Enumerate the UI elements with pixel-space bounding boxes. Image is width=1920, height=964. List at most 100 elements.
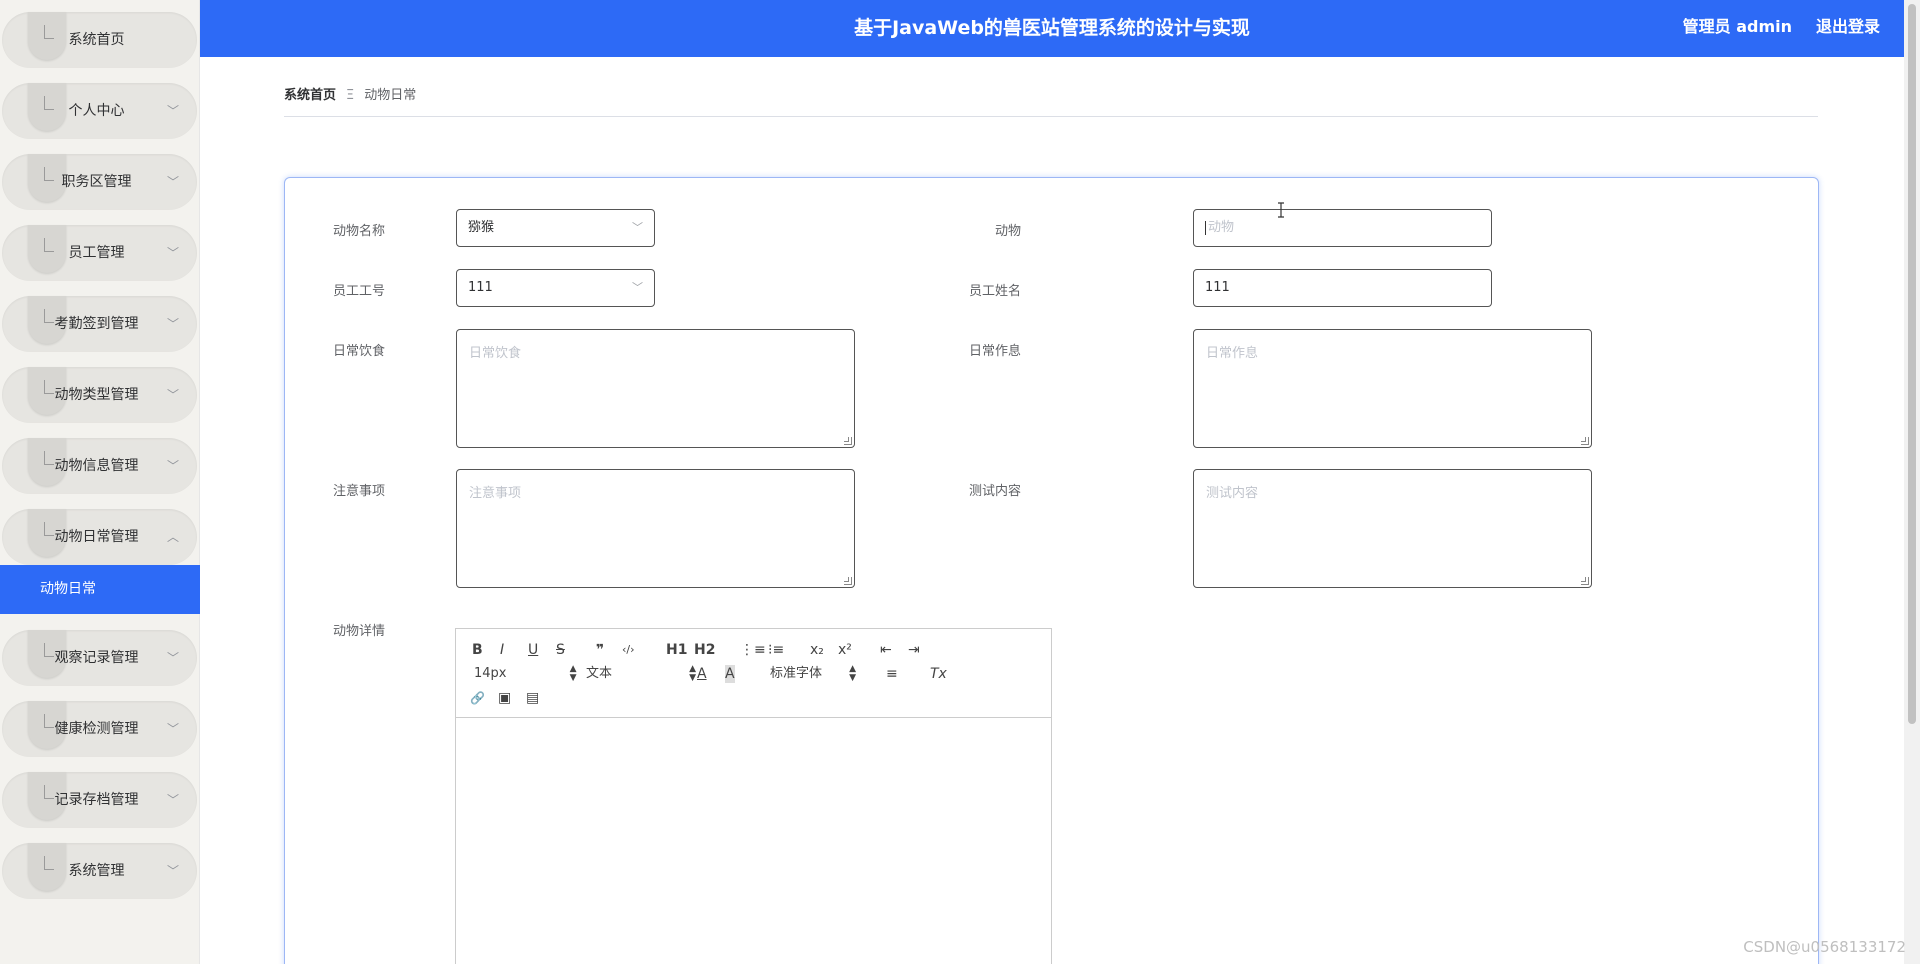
bullet-list-icon[interactable]: ⁝≡	[768, 641, 784, 659]
updown-icon: ▲ ▼	[689, 664, 697, 683]
sidebar-item-staff[interactable]: 员工管理 ﹀	[2, 225, 197, 281]
chevron-down-icon: ﹀	[166, 317, 179, 331]
bold-icon[interactable]: B	[472, 641, 483, 659]
notes-label: 注意事项	[332, 484, 385, 499]
scrollbar-thumb[interactable]	[1908, 4, 1916, 724]
app-title: 基于JavaWeb的兽医站管理系统的设计与实现	[854, 17, 1250, 39]
test-content-placeholder: 测试内容	[1206, 486, 1259, 501]
sidebar-item-label: 个人中心	[68, 103, 125, 119]
heading-2-icon[interactable]: H2	[694, 641, 715, 659]
sidebar-item-home[interactable]: 系统首页	[2, 12, 197, 68]
updown-icon: ▲ ▼	[849, 664, 857, 683]
blockquote-icon[interactable]: ❞	[596, 641, 604, 659]
link-icon[interactable]: 🔗	[470, 689, 485, 707]
chevron-down-icon: ﹀	[166, 175, 179, 189]
breadcrumb: 系统首页 Ξ 动物日常	[284, 84, 416, 103]
heading-1-icon[interactable]: H1	[666, 641, 687, 659]
chevron-down-icon: ﹀	[166, 246, 179, 260]
sidebar-item-profile[interactable]: 个人中心 ﹀	[2, 83, 197, 139]
editor-content-area[interactable]	[456, 719, 1051, 964]
animal-input[interactable]: 动物	[1193, 209, 1492, 247]
staff-id-value: 111	[468, 280, 493, 295]
breadcrumb-home[interactable]: 系统首页	[284, 88, 336, 103]
test-content-textarea[interactable]: 测试内容	[1193, 469, 1592, 588]
sidebar-item-archive[interactable]: 记录存档管理 ﹀	[2, 772, 197, 828]
sidebar-item-attendance[interactable]: 考勤签到管理 ﹀	[2, 296, 197, 352]
daily-routine-label: 日常作息	[968, 344, 1021, 359]
sidebar-item-animal-info[interactable]: 动物信息管理 ﹀	[2, 438, 197, 494]
resize-handle-icon[interactable]	[844, 577, 852, 585]
font-size-value: 14px	[474, 666, 507, 681]
sidebar-item-animal-daily[interactable]: 动物日常管理 ︿	[2, 509, 197, 565]
sidebar-item-health-check[interactable]: 健康检测管理 ﹀	[2, 701, 197, 757]
strike-icon[interactable]: S	[556, 641, 565, 659]
chevron-down-icon: ﹀	[166, 459, 179, 473]
header-select-value: 文本	[586, 666, 613, 681]
clean-format-icon[interactable]: Tx	[930, 665, 947, 683]
sidebar-item-observation[interactable]: 观察记录管理 ﹀	[2, 630, 197, 686]
font-family-value: 标准字体	[770, 666, 823, 681]
top-header: 基于JavaWeb的兽医站管理系统的设计与实现 管理员 admin 退出登录	[200, 0, 1904, 57]
chevron-down-icon: ﹀	[166, 388, 179, 402]
sidebar-item-label: 动物类型管理	[54, 387, 139, 403]
daily-diet-placeholder: 日常饮食	[469, 346, 522, 361]
align-icon[interactable]: ≡	[886, 665, 898, 683]
notes-placeholder: 注意事项	[469, 486, 522, 501]
chevron-down-icon: ﹀	[166, 722, 179, 736]
details-label: 动物详情	[332, 624, 385, 639]
chevron-up-icon: ︿	[166, 530, 179, 544]
staff-id-select[interactable]: 111 ﹀	[456, 269, 655, 307]
sidebar: 系统首页 个人中心 ﹀ 职务区管理 ﹀ 员工管理 ﹀ 考勤签到管理 ﹀ 动物类型…	[0, 0, 200, 964]
watermark: CSDN@u0568133172	[1743, 938, 1906, 956]
font-family-select[interactable]: 标准字体 ▲ ▼	[770, 665, 856, 683]
image-icon[interactable]: ▣	[498, 689, 511, 707]
chevron-down-icon: ﹀	[632, 221, 643, 234]
sidebar-item-label: 系统首页	[68, 32, 125, 48]
staff-name-label: 员工姓名	[968, 284, 1021, 299]
sidebar-item-system[interactable]: 系统管理 ﹀	[2, 843, 197, 899]
code-block-icon[interactable]: ‹/›	[622, 641, 635, 659]
staff-name-value: 111	[1205, 280, 1230, 295]
daily-routine-placeholder: 日常作息	[1206, 346, 1259, 361]
header-select[interactable]: 文本 ▲ ▼	[586, 665, 696, 683]
resize-handle-icon[interactable]	[1581, 437, 1589, 445]
sidebar-item-label: 职务区管理	[61, 174, 132, 190]
sidebar-item-position[interactable]: 职务区管理 ﹀	[2, 154, 197, 210]
font-size-select[interactable]: 14px ▲ ▼	[474, 665, 577, 683]
breadcrumb-separator-icon: Ξ	[346, 88, 355, 103]
italic-icon[interactable]: I	[500, 641, 504, 659]
underline-icon[interactable]: U	[528, 641, 538, 659]
sidebar-item-label: 健康检测管理	[54, 721, 139, 737]
submenu-item-animal-daily[interactable]: 动物日常	[0, 565, 200, 614]
chevron-down-icon: ﹀	[166, 864, 179, 878]
animal-name-select[interactable]: 猕猴 ﹀	[456, 209, 655, 247]
daily-diet-textarea[interactable]: 日常饮食	[456, 329, 855, 448]
notes-textarea[interactable]: 注意事项	[456, 469, 855, 588]
daily-routine-textarea[interactable]: 日常作息	[1193, 329, 1592, 448]
sidebar-item-label: 动物日常管理	[54, 529, 139, 545]
sidebar-item-animal-type[interactable]: 动物类型管理 ﹀	[2, 367, 197, 423]
background-color-icon[interactable]: A	[725, 665, 735, 683]
sidebar-item-label: 考勤签到管理	[54, 316, 139, 332]
resize-handle-icon[interactable]	[844, 437, 852, 445]
logout-button[interactable]: 退出登录	[1816, 0, 1880, 54]
resize-handle-icon[interactable]	[1581, 577, 1589, 585]
animal-label: 动物	[994, 224, 1021, 239]
editor-toolbar: B I U S ❞ ‹/› H1 H2 ⋮≡ ⁝≡ x₂ x² ⇤ ⇥ 14px…	[456, 629, 1051, 718]
staff-name-input[interactable]: 111	[1193, 269, 1492, 307]
sidebar-item-label: 员工管理	[68, 245, 125, 261]
breadcrumb-divider	[284, 116, 1818, 117]
outdent-icon[interactable]: ⇤	[880, 641, 892, 659]
subscript-icon[interactable]: x₂	[810, 641, 824, 659]
indent-icon[interactable]: ⇥	[908, 641, 920, 659]
ordered-list-icon[interactable]: ⋮≡	[740, 641, 766, 659]
video-icon[interactable]: ▤	[526, 689, 539, 707]
superscript-icon[interactable]: x²	[838, 641, 852, 659]
text-color-icon[interactable]: A	[697, 665, 707, 683]
test-content-label: 测试内容	[968, 484, 1021, 499]
page-scrollbar[interactable]	[1904, 0, 1920, 964]
sidebar-item-label: 动物信息管理	[54, 458, 139, 474]
sidebar-item-label: 记录存档管理	[54, 792, 139, 808]
staff-id-label: 员工工号	[332, 284, 385, 299]
chevron-down-icon: ﹀	[166, 104, 179, 118]
